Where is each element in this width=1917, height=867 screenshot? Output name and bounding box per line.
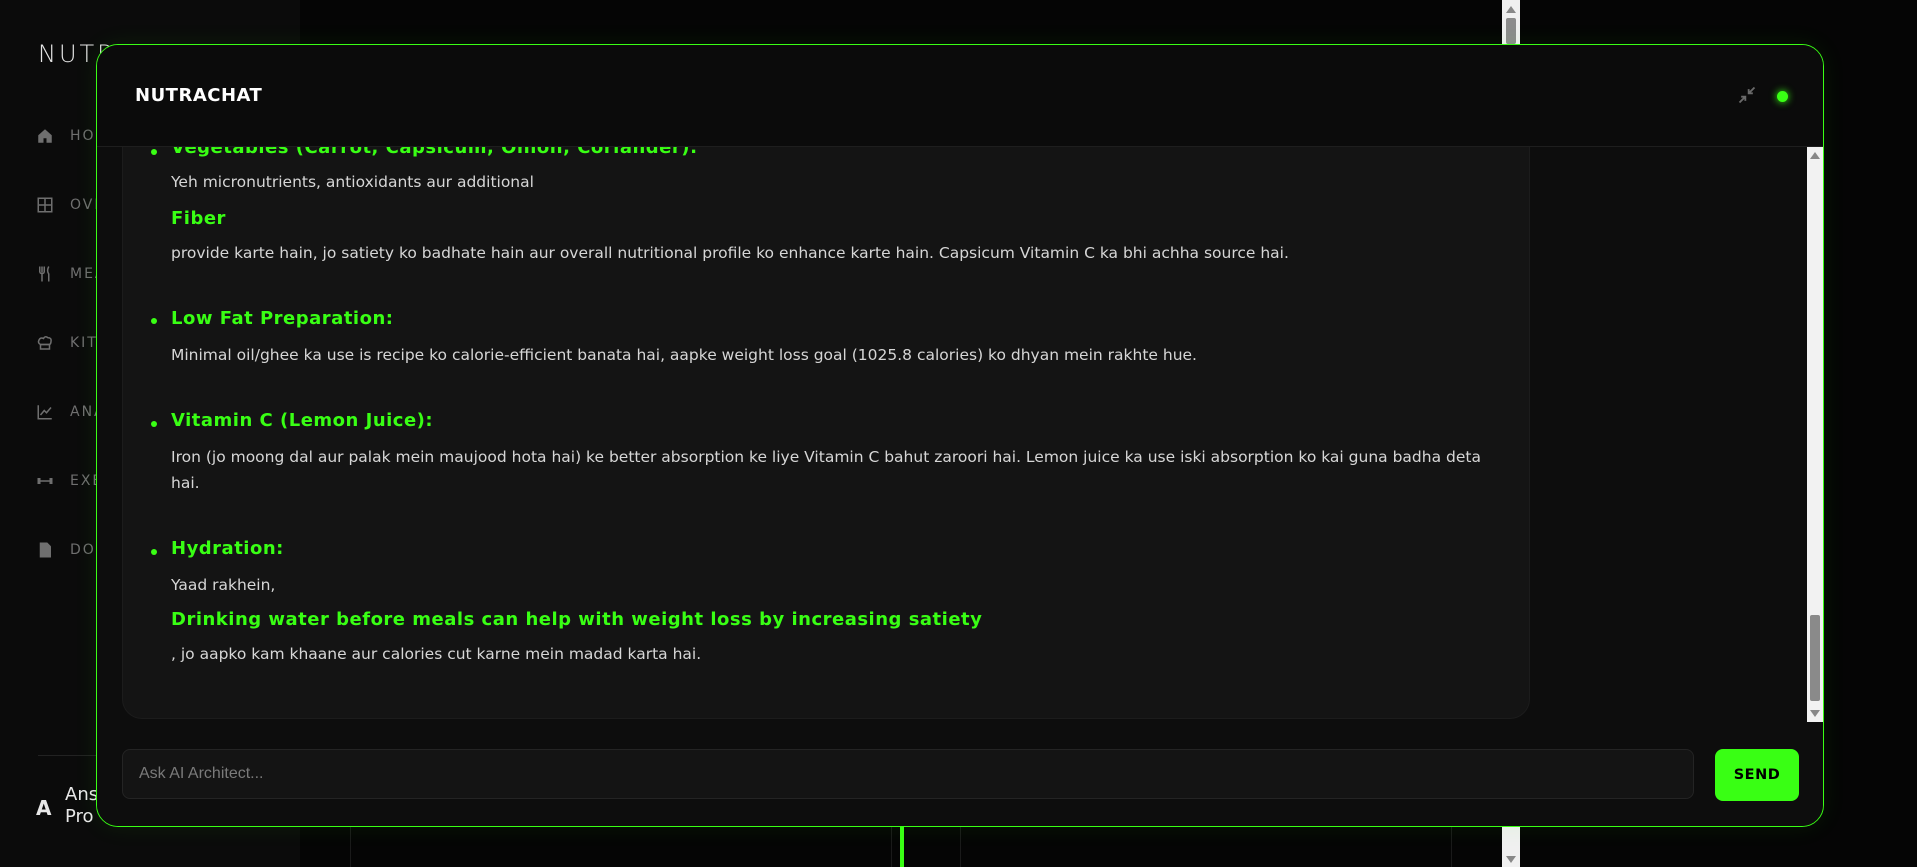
bullet <box>151 149 157 155</box>
bullet-heading: Low Fat Preparation: <box>171 308 394 329</box>
user-name: Ans Pro <box>65 784 98 828</box>
message-text: Yeh micronutrients, antioxidants aur add… <box>171 173 534 191</box>
minimize-button[interactable] <box>1735 83 1759 107</box>
user-name-line2: Pro <box>65 806 94 827</box>
chat-modal: NUTRACHAT Vegetables (Carrot, Capsicum, … <box>96 44 1824 827</box>
chef-hat-icon <box>37 336 52 350</box>
avatar[interactable]: A <box>36 796 51 820</box>
bullet <box>151 549 157 555</box>
send-button[interactable]: SEND <box>1715 749 1799 801</box>
bullet-heading: Hydration: <box>171 538 284 559</box>
utensils-icon <box>39 266 50 282</box>
assistant-message-bubble <box>122 147 1530 719</box>
background-accent-line <box>900 826 904 867</box>
message-text: Yaad rakhein, <box>171 576 276 594</box>
chat-title: NUTRACHAT <box>135 85 263 106</box>
background-card <box>350 826 892 867</box>
highlight-text: Drinking water before meals can help wit… <box>171 609 983 630</box>
scrollbar-thumb[interactable] <box>1506 18 1516 44</box>
scroll-down-arrow-icon[interactable] <box>1506 856 1516 863</box>
bullet-heading: Vitamin C (Lemon Juice): <box>171 410 434 431</box>
chat-scrollbar[interactable] <box>1807 147 1823 722</box>
message-text: Minimal oil/ghee ka use is recipe ko cal… <box>171 346 1197 364</box>
message-text: , jo aapko kam khaane aur calories cut k… <box>171 645 702 663</box>
sidebar-item-label: HO <box>70 128 96 144</box>
message-text: provide karte hain, jo satiety ko badhat… <box>171 244 1289 262</box>
bullet <box>151 421 157 427</box>
chart-line-icon <box>37 405 52 420</box>
page: NUTR HO OVE MEA KIT ANA EXE DOW A Ans Pr… <box>0 0 1917 867</box>
chat-input[interactable] <box>122 749 1694 799</box>
scrollbar-thumb[interactable] <box>1810 615 1820 701</box>
sidebar-item-label: KIT <box>70 335 98 351</box>
bullet-heading: Vegetables (Carrot, Capsicum, Onion, Cor… <box>171 147 698 158</box>
status-indicator <box>1777 91 1788 102</box>
message-text: Iron (jo moong dal aur palak mein maujoo… <box>171 448 1481 492</box>
chat-input-area: SEND <box>97 722 1823 826</box>
scroll-up-arrow-icon[interactable] <box>1506 6 1516 13</box>
user-name-line1: Ans <box>65 784 99 805</box>
highlight-text: Fiber <box>171 208 226 229</box>
scroll-down-arrow-icon[interactable] <box>1810 710 1820 717</box>
minimize-icon <box>1738 86 1756 104</box>
dumbbell-icon <box>37 478 53 484</box>
home-icon <box>38 129 52 143</box>
chat-header: NUTRACHAT <box>97 45 1823 147</box>
background-card <box>960 826 1452 867</box>
document-icon <box>39 542 51 558</box>
chat-messages[interactable]: Vegetables (Carrot, Capsicum, Onion, Cor… <box>97 147 1807 722</box>
bullet <box>151 318 157 324</box>
scroll-up-arrow-icon[interactable] <box>1810 152 1820 159</box>
grid-icon <box>37 197 53 213</box>
